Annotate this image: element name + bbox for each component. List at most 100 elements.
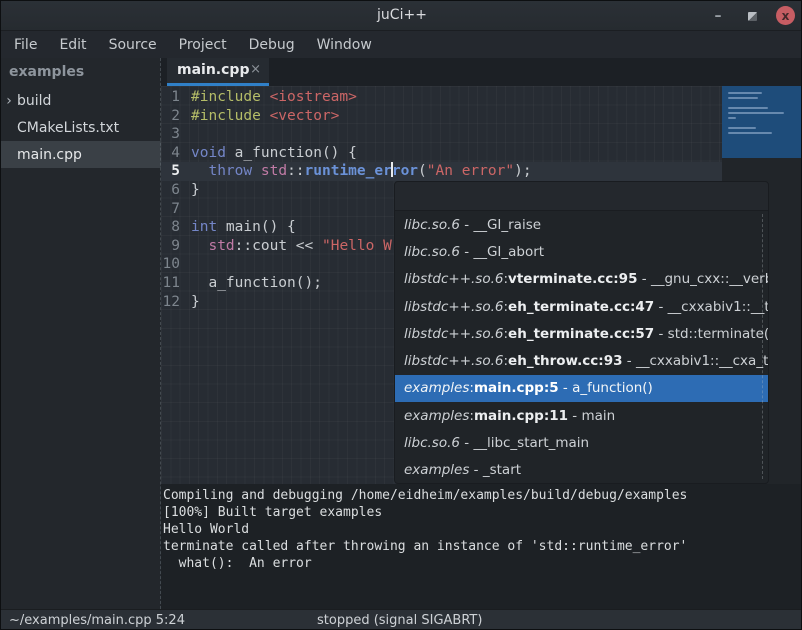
code-segment: runtime_er — [305, 163, 392, 179]
backtrace-row[interactable]: libstdc++.so.6:eh_terminate.cc:57 - std:… — [395, 320, 768, 347]
code-segment: ); — [514, 163, 531, 179]
code-segment: <iostream> — [270, 89, 357, 105]
restore-glyph — [748, 12, 757, 21]
code-text: } — [187, 293, 200, 312]
code-segment: :: — [287, 163, 304, 179]
map-line — [728, 132, 772, 134]
frame-symbol: a_function() — [572, 380, 653, 396]
map-line — [728, 107, 768, 109]
code-text: throw std::runtime_error("An error"); — [187, 162, 532, 181]
frame-file-line: eh_throw.cc:93 — [508, 353, 622, 369]
minimize-icon[interactable]: – — [709, 7, 727, 25]
code-segment — [252, 163, 261, 179]
line-number: 1 — [161, 88, 187, 107]
terminal-line: [100%] Built target examples — [163, 504, 802, 521]
frame-separator: - — [654, 299, 667, 315]
backtrace-row[interactable]: libc.so.6 - __libc_start_main — [395, 429, 768, 456]
frame-file-line: eh_terminate.cc:47 — [508, 299, 654, 315]
frame-library: examples — [404, 408, 469, 424]
code-segment: } — [191, 294, 200, 310]
map-line — [728, 97, 758, 99]
frame-symbol: std::terminate() — [668, 326, 768, 342]
frame-symbol: _start — [483, 462, 521, 478]
close-icon[interactable]: x — [776, 6, 795, 25]
code-segment — [261, 89, 270, 105]
tab-bar: main.cpp × — [161, 58, 802, 86]
menu-item-debug[interactable]: Debug — [238, 33, 306, 57]
backtrace-row[interactable]: examples:main.cpp:5 - a_function() — [395, 375, 768, 402]
frame-file-line: eh_terminate.cc:57 — [508, 326, 654, 342]
menu-item-file[interactable]: File — [3, 33, 48, 57]
chevron-right-icon: › — [1, 93, 17, 109]
line-number: 7 — [161, 200, 187, 219]
source-map-slider[interactable] — [722, 86, 802, 158]
backtrace-row[interactable]: libstdc++.so.6:eh_throw.cc:93 - __cxxabi… — [395, 347, 768, 374]
frame-library: libstdc++.so.6 — [404, 353, 503, 369]
code-line[interactable]: 5 throw std::runtime_error("An error"); — [161, 162, 722, 181]
code-line[interactable]: 2#include <vector> — [161, 107, 722, 126]
code-text: void a_function() { — [187, 144, 357, 163]
debug-status: stopped (signal SIGABRT) — [317, 613, 482, 628]
menu-item-edit[interactable]: Edit — [48, 33, 97, 57]
frame-separator: - — [654, 326, 667, 342]
code-line[interactable]: 3 — [161, 125, 722, 144]
line-number: 2 — [161, 107, 187, 126]
restore-icon[interactable] — [743, 7, 761, 25]
frame-library: libstdc++.so.6 — [404, 299, 503, 315]
code-text — [187, 125, 191, 144]
frame-symbol: __GI_abort — [473, 244, 544, 260]
frame-library: examples — [404, 380, 469, 396]
tab-close-icon[interactable]: × — [250, 62, 261, 77]
terminal-line: Compiling and debugging /home/eidheim/ex… — [163, 487, 802, 504]
menu-item-project[interactable]: Project — [168, 33, 238, 57]
frame-symbol: __cxxabiv1::__cxa_thro — [636, 353, 768, 369]
sidebar-item-main-cpp[interactable]: main.cpp — [1, 141, 161, 168]
frame-separator: - — [460, 244, 473, 260]
map-line — [728, 92, 762, 94]
backtrace-row[interactable]: libstdc++.so.6:vterminate.cc:95 - __gnu_… — [395, 266, 768, 293]
line-number: 9 — [161, 237, 187, 256]
backtrace-row[interactable]: libstdc++.so.6:eh_terminate.cc:47 - __cx… — [395, 293, 768, 320]
frame-symbol: __libc_start_main — [473, 435, 589, 451]
code-line[interactable]: 4void a_function() { — [161, 144, 722, 163]
code-segment — [261, 108, 270, 124]
backtrace-row[interactable]: examples:main.cpp:11 - main — [395, 402, 768, 429]
code-text: std::cout << "Hello W — [187, 237, 392, 256]
frame-file-line: main.cpp:11 — [474, 408, 568, 424]
tree-item-label: CMakeLists.txt — [17, 120, 119, 136]
tab-main-cpp[interactable]: main.cpp × — [167, 58, 269, 86]
map-line — [728, 117, 736, 119]
code-text: } — [187, 181, 200, 200]
code-segment: #include — [191, 108, 261, 124]
code-text: #include <iostream> — [187, 88, 357, 107]
project-name: examples — [1, 58, 161, 87]
code-text — [187, 255, 191, 274]
code-text: a_function(); — [187, 274, 322, 293]
code-segment: main() { — [217, 219, 296, 235]
pane-separator[interactable] — [160, 58, 161, 609]
backtrace-row[interactable]: examples - _start — [395, 457, 768, 484]
sidebar-item-cmakelists-txt[interactable]: CMakeLists.txt — [1, 114, 161, 141]
frame-library: libstdc++.so.6 — [404, 271, 503, 287]
menu-item-window[interactable]: Window — [306, 33, 383, 57]
popup-scrollbar[interactable] — [762, 214, 763, 479]
code-text — [187, 200, 191, 219]
title-bar[interactable]: juCi++ – x — [1, 1, 802, 31]
line-number: 4 — [161, 144, 187, 163]
code-segment: a_function(); — [191, 275, 322, 291]
frame-symbol: __cxxabiv1::__term — [668, 299, 768, 315]
code-segment: a_function() { — [226, 145, 357, 161]
frame-separator: - — [568, 408, 581, 424]
build-terminal[interactable]: Compiling and debugging /home/eidheim/ex… — [161, 484, 802, 609]
frame-library: examples — [404, 462, 469, 478]
code-segment: std — [208, 238, 234, 254]
app-window: juCi++ – x FileEditSourceProjectDebugWin… — [0, 0, 802, 630]
line-number: 3 — [161, 125, 187, 144]
sidebar-item-build[interactable]: ›build — [1, 87, 161, 114]
code-line[interactable]: 1#include <iostream> — [161, 88, 722, 107]
backtrace-row[interactable]: libc.so.6 - __GI_abort — [395, 238, 768, 265]
code-segment: ( — [418, 163, 427, 179]
menu-item-source[interactable]: Source — [98, 33, 168, 57]
code-segment — [191, 238, 208, 254]
backtrace-row[interactable]: libc.so.6 - __GI_raise — [395, 211, 768, 238]
